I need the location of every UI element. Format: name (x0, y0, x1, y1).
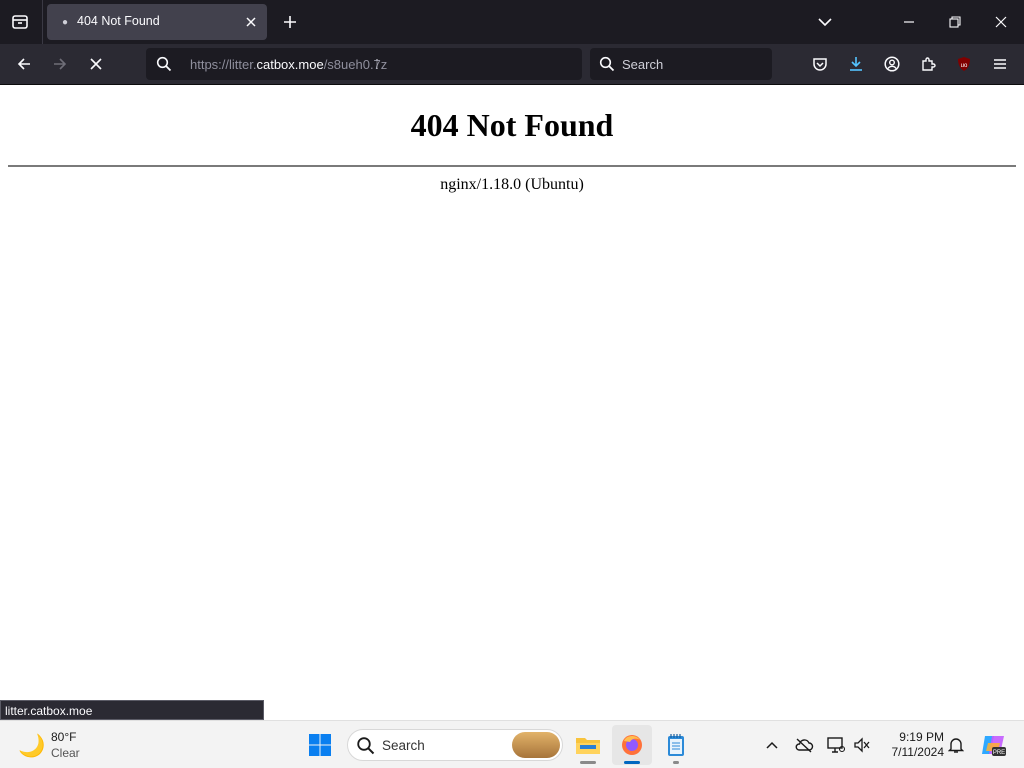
text-cursor-icon (376, 59, 378, 69)
weather-widget[interactable]: 🌙 80°F Clear (14, 727, 124, 763)
running-indicator (673, 761, 679, 764)
clock-time: 9:19 PM (899, 730, 944, 744)
tab-separator (42, 0, 43, 44)
firefox-icon (622, 735, 642, 755)
search-icon (357, 737, 375, 755)
notepad-icon (668, 734, 684, 756)
restore-button[interactable] (932, 0, 978, 44)
close-window-button[interactable] (978, 0, 1024, 44)
pocket-button[interactable] (805, 50, 835, 78)
arrow-left-icon (17, 58, 30, 70)
clock[interactable]: 9:19 PM 7/11/2024 (880, 730, 945, 760)
running-indicator (580, 761, 596, 764)
downloads-button[interactable] (841, 50, 871, 78)
tab-list-icon (12, 15, 28, 29)
forward-button[interactable] (45, 50, 75, 78)
loading-dot-icon: ● (61, 16, 69, 28)
ublock-shield-icon: uo (958, 57, 970, 71)
copilot-button[interactable]: PRE (979, 731, 1007, 759)
file-explorer-button[interactable] (568, 725, 608, 765)
hamburger-menu-icon (994, 59, 1006, 69)
app-menu-button[interactable] (985, 50, 1015, 78)
taskbar-search[interactable]: Search (347, 729, 563, 761)
page-content: 404 Not Found nginx/1.18.0 (Ubuntu) (0, 85, 1024, 720)
windows-logo-icon (309, 734, 331, 756)
search-highlight-image (512, 732, 560, 758)
tab-active[interactable]: ● 404 Not Found (47, 4, 267, 40)
account-icon (884, 56, 900, 72)
chevron-down-icon (818, 18, 832, 27)
moon-icon: 🌙 (18, 733, 46, 758)
download-icon (850, 57, 862, 71)
onedrive-button[interactable] (792, 733, 816, 757)
network-icon (827, 737, 846, 753)
url-prefix: https://litter. (190, 57, 257, 72)
cloud-offline-icon (795, 738, 814, 753)
tab-title: 404 Not Found (77, 14, 160, 28)
ublock-origin-button[interactable]: uo (949, 50, 979, 78)
bell-icon (948, 738, 964, 753)
svg-text:uo: uo (961, 63, 968, 69)
search-icon (599, 56, 615, 72)
address-bar[interactable]: https://litter.catbox.moe/s8ueh0.7z (146, 48, 582, 80)
chevron-up-icon (766, 741, 778, 749)
close-icon (995, 16, 1007, 28)
page-title: 404 Not Found (410, 107, 614, 143)
firefox-taskbar-button[interactable] (612, 725, 652, 765)
weather-condition: Clear (51, 746, 80, 760)
weather-temp: 80°F (51, 730, 77, 744)
puzzle-icon (922, 57, 936, 71)
search-placeholder: Search (622, 57, 664, 72)
arrow-right-icon (54, 58, 67, 70)
active-indicator (624, 761, 640, 764)
search-icon (156, 56, 172, 72)
divider (8, 165, 1016, 167)
new-tab-button[interactable] (276, 8, 304, 36)
folder-icon (576, 738, 600, 754)
start-button[interactable] (300, 725, 340, 765)
notifications-button[interactable] (944, 733, 968, 757)
notepad-button[interactable] (656, 725, 696, 765)
account-button[interactable] (877, 50, 907, 78)
svg-text:PRE: PRE (993, 750, 1005, 756)
stop-icon (90, 58, 102, 70)
restore-icon (949, 16, 961, 28)
minimize-icon (904, 21, 914, 23)
tab-overflow-button[interactable] (802, 0, 848, 44)
server-signature: nginx/1.18.0 (Ubuntu) (440, 176, 584, 193)
clock-date: 7/11/2024 (891, 745, 945, 759)
volume-button[interactable] (850, 733, 874, 757)
speaker-muted-icon (854, 737, 870, 753)
list-all-tabs-button[interactable] (4, 6, 36, 38)
tab-bar: ● 404 Not Found (0, 0, 1024, 44)
close-icon (246, 17, 256, 27)
status-panel: litter.catbox.moe (0, 700, 264, 720)
stop-loading-button[interactable] (81, 50, 111, 78)
navigation-toolbar: https://litter.catbox.moe/s8ueh0.7z Sear… (0, 44, 1024, 85)
taskbar: 🌙 80°F Clear Search 9:19 PM 7/11/2024 PR… (0, 720, 1024, 768)
minimize-button[interactable] (886, 0, 932, 44)
pocket-icon (813, 58, 827, 71)
close-tab-button[interactable] (241, 12, 261, 32)
network-button[interactable] (824, 733, 848, 757)
search-bar[interactable]: Search (590, 48, 772, 80)
extensions-button[interactable] (913, 50, 943, 78)
url-host: catbox.moe (256, 57, 324, 72)
url-text[interactable]: https://litter.catbox.moe/s8ueh0.7z (190, 57, 387, 72)
taskbar-search-label: Search (382, 738, 425, 753)
show-hidden-icons-button[interactable] (760, 733, 784, 757)
plus-icon (284, 16, 296, 28)
back-button[interactable] (9, 50, 39, 78)
copilot-icon: PRE (982, 736, 1006, 756)
